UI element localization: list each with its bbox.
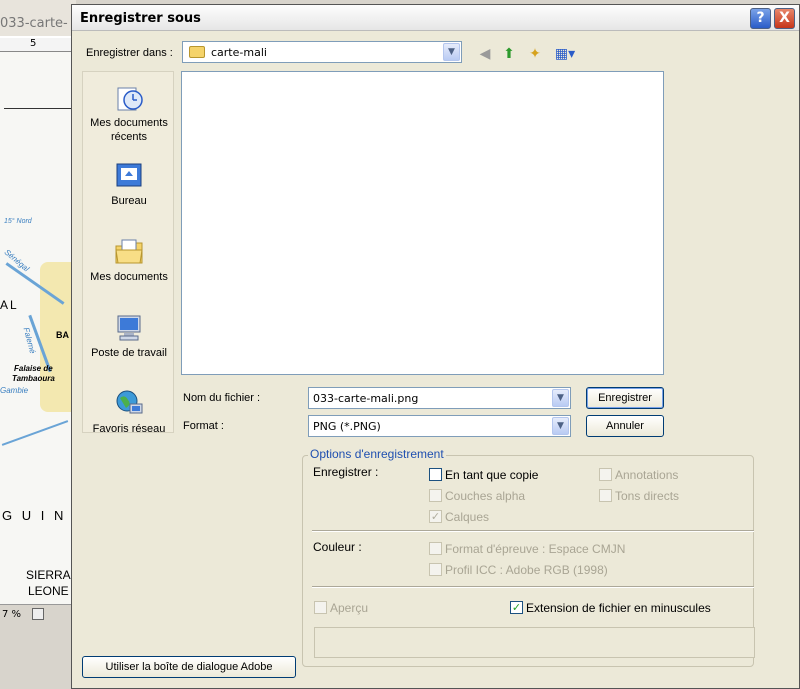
place-label: Poste de travail [91, 347, 167, 359]
place-recent-documents[interactable]: Mes documents récents [83, 82, 175, 144]
format-value: PNG (*.PNG) [313, 420, 381, 433]
map-label-north: 15° Nord [4, 218, 32, 225]
filename-input[interactable]: 033-carte-mali.png ▼ [308, 387, 571, 409]
save-in-dropdown[interactable]: carte-mali ▼ [182, 41, 462, 63]
preview-checkbox [314, 601, 327, 614]
chevron-down-icon[interactable]: ▼ [552, 389, 569, 407]
place-my-computer[interactable]: Poste de travail [83, 312, 175, 360]
map-river [1, 420, 69, 446]
background-panel [0, 624, 76, 689]
map-label-al: AL [0, 298, 19, 312]
help-button[interactable]: ? [750, 8, 771, 29]
save-in-value: carte-mali [211, 46, 267, 59]
alpha-channels-label: Couches alpha [445, 489, 526, 503]
lowercase-extension-checkbox[interactable]: ✓ [510, 601, 523, 614]
map-label-leone: LEONE [28, 584, 69, 598]
filename-label: Nom du fichier : [183, 392, 261, 404]
place-label: Favoris réseau [92, 423, 166, 435]
format-dropdown[interactable]: PNG (*.PNG) ▼ [308, 415, 571, 437]
status-menu-icon[interactable] [32, 608, 44, 620]
proof-format-checkbox [429, 542, 442, 555]
format-label: Format : [183, 420, 224, 432]
preview-label: Aperçu [330, 601, 369, 615]
layers-label: Calques [445, 510, 490, 524]
save-label: Enregistrer : [313, 465, 379, 479]
warning-info-box [314, 627, 755, 658]
map-label-sierra: SIERRA [26, 568, 71, 582]
recent-documents-icon [117, 87, 143, 111]
back-icon[interactable]: ◀ [476, 45, 494, 63]
status-bar: 7 % [0, 604, 76, 624]
folder-icon [189, 46, 205, 58]
chevron-down-icon[interactable]: ▼ [552, 417, 569, 435]
dialog-title: Enregistrer sous [80, 11, 201, 26]
ruler-number: 5 [30, 38, 37, 49]
annotations-label: Annotations [615, 468, 679, 482]
new-folder-icon[interactable]: ✦ [526, 45, 544, 63]
chevron-down-icon[interactable]: ▼ [443, 43, 460, 61]
map-border-line [4, 108, 74, 109]
place-label: Bureau [111, 195, 147, 207]
desktop-icon [116, 163, 142, 187]
place-my-documents[interactable]: Mes documents [83, 236, 175, 284]
color-label: Couleur : [313, 540, 362, 554]
icc-profile-checkbox [429, 563, 442, 576]
as-copy-checkbox[interactable] [429, 468, 442, 481]
save-options-legend: Options d'enregistrement [308, 447, 446, 461]
use-adobe-dialog-button[interactable]: Utiliser la boîte de dialogue Adobe [82, 656, 296, 678]
up-folder-icon[interactable]: ⬆ [500, 45, 518, 63]
map-label-tambaoura: Tambaoura [12, 374, 55, 383]
map-label-gambie: Gambie [0, 386, 29, 395]
view-menu-icon[interactable]: ▦▾ [552, 45, 578, 63]
background-title: 033-carte- [0, 16, 68, 31]
annotations-checkbox [599, 468, 612, 481]
save-button[interactable]: Enregistrer [586, 387, 664, 409]
separator [312, 586, 754, 588]
icc-profile-label: Profil ICC : Adobe RGB (1998) [445, 563, 608, 577]
map-label-guinee: G U I N É [2, 508, 76, 523]
place-desktop[interactable]: Bureau [83, 160, 175, 208]
as-copy-label[interactable]: En tant que copie [445, 468, 538, 482]
filename-value: 033-carte-mali.png [313, 392, 419, 405]
my-documents-icon [115, 239, 143, 264]
background-titlebar: 033-carte- [0, 0, 76, 36]
save-as-dialog: Enregistrer sous ? X Enregistrer dans : … [71, 4, 800, 689]
proof-format-label: Format d'épreuve : Espace CMJN [445, 542, 626, 556]
layers-checkbox: ✓ [429, 510, 442, 523]
spot-colors-checkbox [599, 489, 612, 502]
lowercase-extension-label[interactable]: Extension de fichier en minuscules [526, 601, 711, 615]
background-document-window: 033-carte- 5 15° Nord Sénégal AL Falaise… [0, 0, 76, 689]
map-label-bafing: BA [56, 330, 69, 340]
file-list[interactable] [181, 71, 664, 375]
save-in-label: Enregistrer dans : [86, 47, 173, 59]
place-label: Mes documents récents [90, 117, 168, 143]
cancel-button[interactable]: Annuler [586, 415, 664, 437]
places-bar: Mes documents récents Bureau Mes documen… [82, 71, 175, 436]
zoom-level[interactable]: 7 % [2, 609, 21, 620]
place-network[interactable]: Favoris réseau [83, 388, 175, 436]
spot-colors-label: Tons directs [615, 489, 680, 503]
ruler: 5 [0, 38, 76, 52]
dialog-titlebar[interactable]: Enregistrer sous ? X [72, 5, 799, 31]
place-label: Mes documents [90, 271, 168, 283]
alpha-channels-checkbox [429, 489, 442, 502]
separator [312, 530, 754, 532]
map-canvas: 15° Nord Sénégal AL Falaise de Tambaoura… [0, 52, 76, 604]
computer-icon [117, 315, 141, 341]
map-label-falaise: Falaise de [14, 364, 53, 373]
network-globe-icon [116, 390, 143, 414]
close-button[interactable]: X [774, 8, 795, 29]
